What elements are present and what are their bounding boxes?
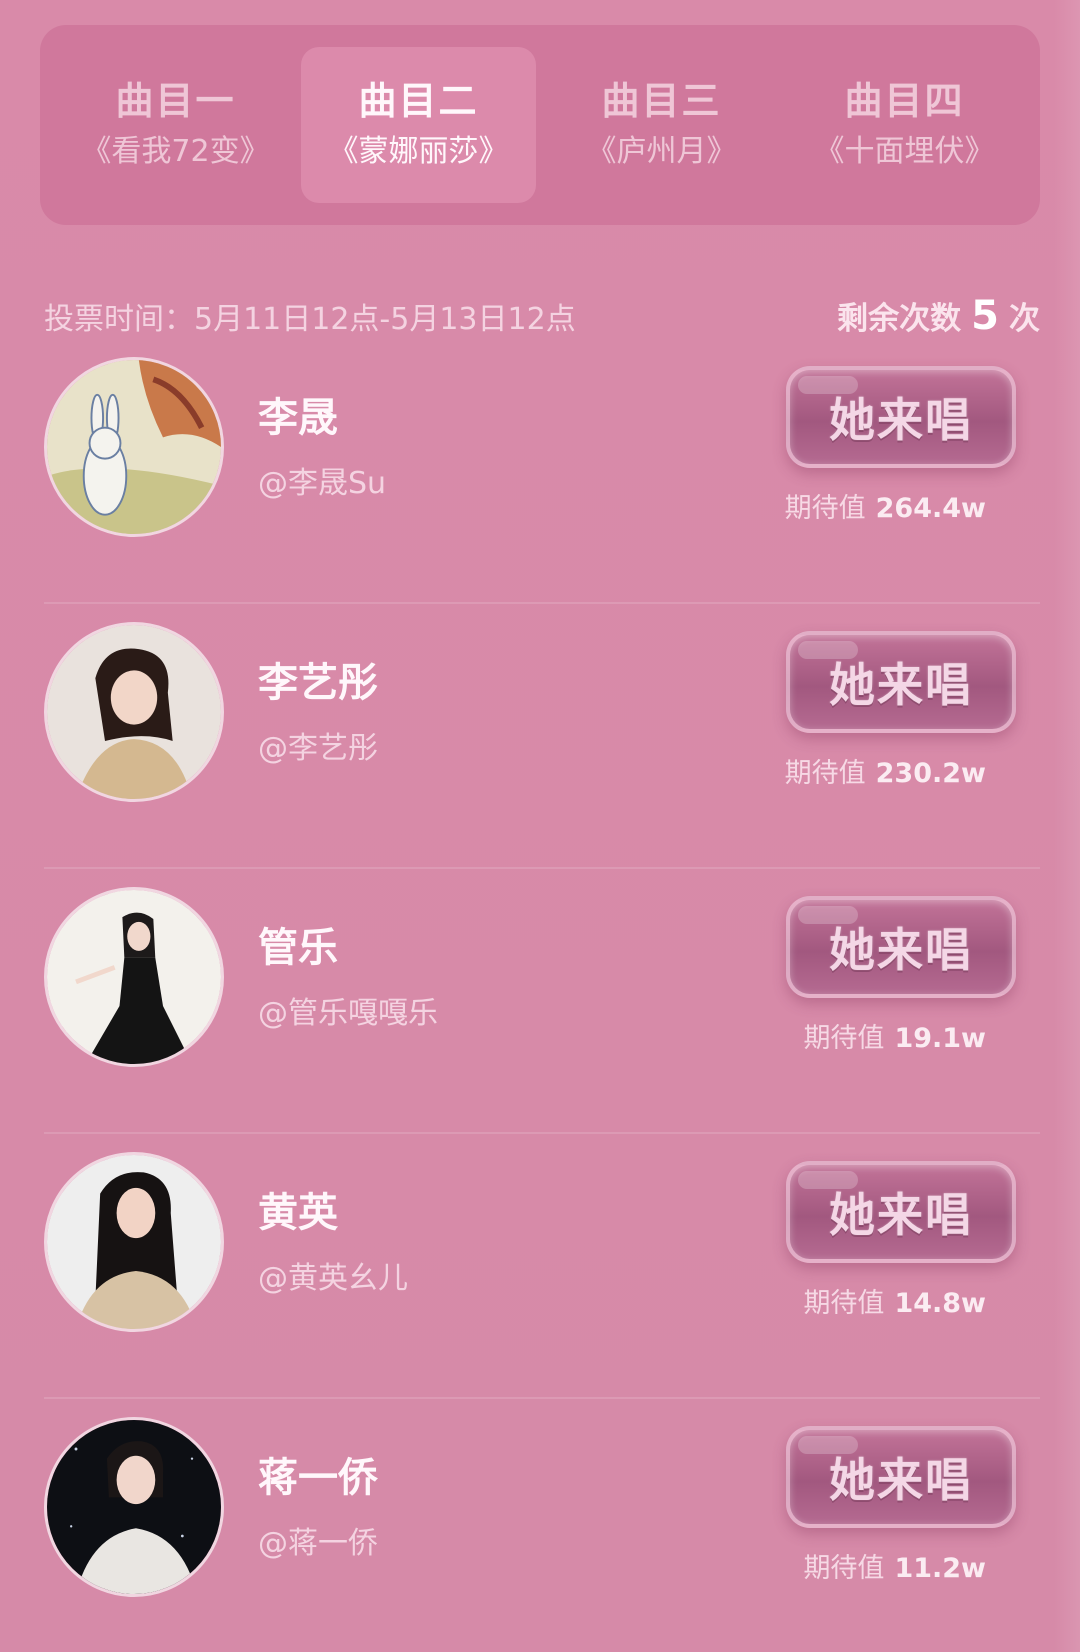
remaining-label: 剩余次数 xyxy=(837,301,962,337)
tab-song-4[interactable]: 曲目四 《十面埋伏》 xyxy=(787,47,1022,203)
candidate-actions: 她来唱 期待值 14.8w xyxy=(771,1147,1016,1337)
song-tabs: 曲目一 《看我72变》 曲目二 《蒙娜丽莎》 曲目三 《庐州月》 曲目四 《十面… xyxy=(40,25,1040,225)
avatar xyxy=(44,1152,224,1332)
candidate-row: 李艺彤 @李艺彤 她来唱 期待值 230.2w xyxy=(44,617,1040,807)
sing-button[interactable]: 她来唱 xyxy=(786,631,1016,733)
tab-song-name: 《十面埋伏》 xyxy=(814,134,995,169)
sing-button[interactable]: 她来唱 xyxy=(786,1161,1016,1263)
vote-meta: 投票时间：5月11日12点-5月13日12点 剩余次数 5 次 xyxy=(44,292,1040,340)
sing-button-label: 她来唱 xyxy=(829,1453,973,1507)
candidate-row: 蒋一侨 @蒋一侨 她来唱 期待值 11.2w xyxy=(44,1412,1040,1602)
candidate-actions: 她来唱 期待值 264.4w xyxy=(771,352,1016,542)
candidate-actions: 她来唱 期待值 230.2w xyxy=(771,617,1016,807)
expectation-label: 期待值 xyxy=(784,493,866,524)
remaining-unit: 次 xyxy=(1009,301,1040,337)
sing-button-label: 她来唱 xyxy=(829,923,973,977)
candidate-row: 黄英 @黄英幺儿 她来唱 期待值 14.8w xyxy=(44,1147,1040,1337)
row-divider xyxy=(44,1397,1040,1399)
vote-page: 曲目一 《看我72变》 曲目二 《蒙娜丽莎》 曲目三 《庐州月》 曲目四 《十面… xyxy=(0,0,1080,1652)
expectation-label: 期待值 xyxy=(803,1553,885,1584)
remaining-votes: 剩余次数 5 次 xyxy=(837,293,1040,339)
candidate-actions: 她来唱 期待值 19.1w xyxy=(771,882,1016,1072)
tab-song-name: 《蒙娜丽莎》 xyxy=(328,134,509,169)
expectation: 期待值 19.1w xyxy=(803,1016,986,1055)
tab-song-name: 《庐州月》 xyxy=(586,134,737,169)
avatar xyxy=(44,887,224,1067)
tab-title: 曲目一 xyxy=(115,79,236,123)
avatar xyxy=(44,357,224,537)
portrait-dark-icon xyxy=(47,1420,221,1594)
expectation: 期待值 11.2w xyxy=(803,1546,986,1585)
candidate-row: 管乐 @管乐嘎嘎乐 她来唱 期待值 19.1w xyxy=(44,882,1040,1072)
expectation-value: 11.2w xyxy=(894,1553,986,1584)
row-divider xyxy=(44,602,1040,604)
portrait-icon xyxy=(47,625,221,799)
candidate-row: 李晟 @李晟Su 她来唱 期待值 264.4w xyxy=(44,352,1040,542)
sing-button-label: 她来唱 xyxy=(829,393,973,447)
sing-button-label: 她来唱 xyxy=(829,1188,973,1242)
avatar xyxy=(44,1417,224,1597)
expectation: 期待值 264.4w xyxy=(785,486,986,525)
expectation-value: 264.4w xyxy=(875,493,986,524)
tab-song-2[interactable]: 曲目二 《蒙娜丽莎》 xyxy=(301,47,536,203)
row-divider xyxy=(44,1132,1040,1134)
sing-button-label: 她来唱 xyxy=(829,658,973,712)
expectation-label: 期待值 xyxy=(803,1288,885,1319)
row-divider xyxy=(44,867,1040,869)
expectation-label: 期待值 xyxy=(784,758,866,789)
tab-song-3[interactable]: 曲目三 《庐州月》 xyxy=(544,47,779,203)
candidate-actions: 她来唱 期待值 11.2w xyxy=(771,1412,1016,1602)
expectation-value: 230.2w xyxy=(875,758,986,789)
tab-song-1[interactable]: 曲目一 《看我72变》 xyxy=(58,47,293,203)
expectation: 期待值 230.2w xyxy=(785,751,986,790)
expectation-value: 14.8w xyxy=(894,1288,986,1319)
sing-button[interactable]: 她来唱 xyxy=(786,1426,1016,1528)
sing-button[interactable]: 她来唱 xyxy=(786,896,1016,998)
rabbit-illustration-icon xyxy=(47,360,221,534)
tab-title: 曲目四 xyxy=(844,79,965,123)
page-edge xyxy=(1054,0,1080,1652)
portrait-icon xyxy=(47,890,221,1064)
vote-time: 投票时间：5月11日12点-5月13日12点 xyxy=(44,302,576,337)
tab-title: 曲目二 xyxy=(358,79,479,123)
expectation-label: 期待值 xyxy=(803,1023,885,1054)
tab-song-name: 《看我72变》 xyxy=(81,134,270,169)
remaining-count: 5 xyxy=(971,293,999,339)
expectation-value: 19.1w xyxy=(894,1023,986,1054)
avatar xyxy=(44,622,224,802)
tab-title: 曲目三 xyxy=(601,79,722,123)
portrait-icon xyxy=(47,1155,221,1329)
sing-button[interactable]: 她来唱 xyxy=(786,366,1016,468)
expectation: 期待值 14.8w xyxy=(803,1281,986,1320)
